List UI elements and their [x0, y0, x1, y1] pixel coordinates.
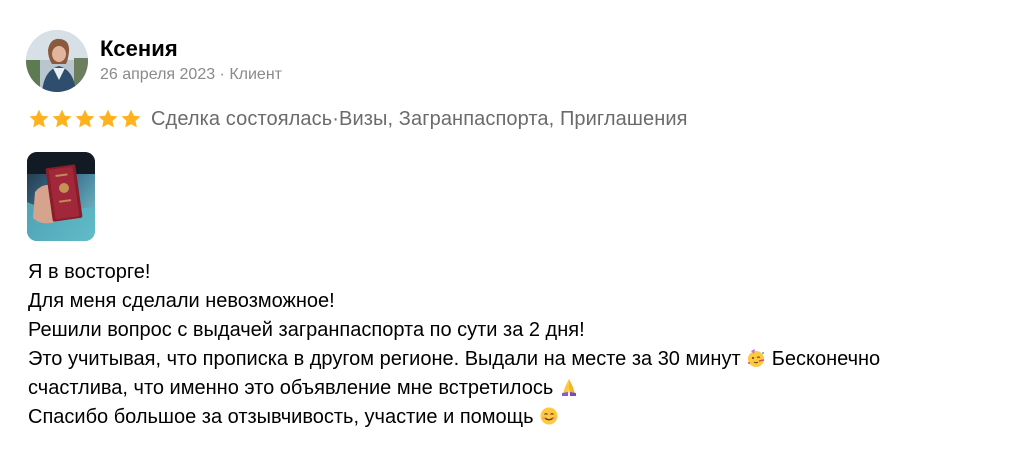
review-line: Это учитывая, что прописка в другом реги… [28, 345, 1013, 374]
review-line-part: счастлива, что именно это объявление мне… [28, 377, 559, 399]
partying-face-icon [748, 349, 765, 367]
star-icon [52, 109, 72, 128]
star-icon [29, 109, 49, 128]
review-line-part: Бесконечно [766, 348, 881, 370]
review-line-part: Спасибо большое за отзывчивость, участие… [28, 406, 540, 428]
deal-category: Визы, Загранпаспорта, Приглашения [339, 107, 688, 130]
review-line: счастлива, что именно это объявление мне… [28, 374, 1013, 403]
review-text: Я в восторге! Для меня сделали невозможн… [28, 258, 1013, 432]
review-card: Ксения 26 апреля 2023 · Клиент Сделка со… [0, 0, 1024, 457]
review-line-part: Это учитывая, что прописка в другом реги… [28, 348, 747, 370]
star-rating [28, 108, 143, 130]
passport-photo-icon [27, 152, 95, 241]
author-role: Клиент [229, 66, 282, 83]
star-icon [121, 109, 141, 128]
review-line: Я в восторге! [28, 261, 151, 283]
star-icon [98, 109, 118, 128]
avatar[interactable] [26, 30, 88, 92]
smiling-face-icon [540, 407, 558, 425]
deal-separator: · [332, 107, 340, 130]
folded-hands-icon [561, 379, 576, 396]
rating-row: Сделка состоялась · Визы, Загранпаспорта… [28, 106, 688, 132]
review-meta: 26 апреля 2023 · Клиент [100, 66, 282, 84]
author-name[interactable]: Ксения [100, 36, 178, 62]
star-icon [75, 109, 95, 128]
review-photo[interactable] [27, 152, 95, 241]
review-line: Спасибо большое за отзывчивость, участие… [28, 403, 1013, 432]
deal-status: Сделка состоялась [151, 107, 333, 130]
meta-separator: · [215, 66, 230, 83]
review-date: 26 апреля 2023 [100, 66, 216, 83]
avatar-photo-icon [26, 30, 88, 92]
review-line: Решили вопрос с выдачей загранпаспорта п… [28, 319, 585, 341]
review-line: Для меня сделали невозможное! [28, 290, 335, 312]
